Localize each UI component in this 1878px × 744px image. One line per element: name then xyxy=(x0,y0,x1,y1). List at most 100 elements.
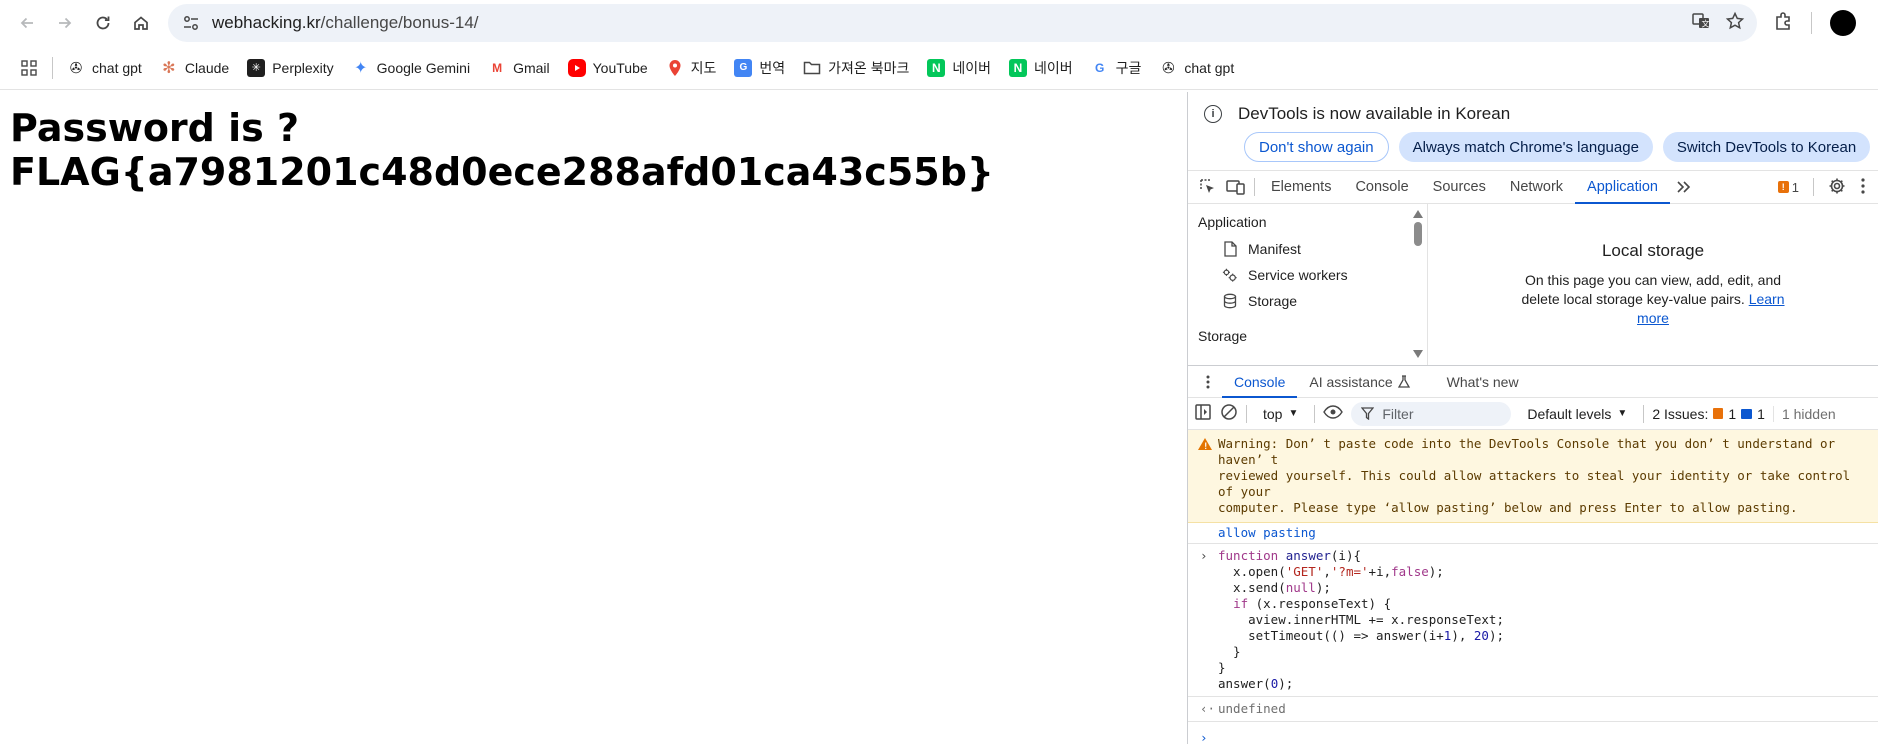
profile-avatar[interactable] xyxy=(1830,10,1856,36)
show-sidebar-icon[interactable] xyxy=(1194,403,1212,424)
bookmark-label: Gmail xyxy=(513,59,550,76)
bookmark-label: 지도 xyxy=(690,59,717,76)
drawer-menu-kebab-icon[interactable] xyxy=(1194,368,1222,396)
browser-window: webhacking.kr/challenge/bonus-14/ 文 ✇ cha… xyxy=(0,0,1878,744)
switch-to-korean-button[interactable]: Switch DevTools to Korean xyxy=(1662,132,1871,162)
sidebar-item-storage[interactable]: Storage xyxy=(1188,288,1427,314)
dont-show-again-button[interactable]: Don't show again xyxy=(1244,132,1389,162)
console-tb-divider xyxy=(1246,404,1247,423)
bookmark-item[interactable]: ✇ chat gpt xyxy=(1151,55,1242,81)
translate-page-icon[interactable]: 文 xyxy=(1691,11,1711,36)
levels-label: Default levels xyxy=(1527,405,1612,422)
inspect-element-icon[interactable] xyxy=(1194,173,1222,201)
sidebar-item-label: Service workers xyxy=(1248,267,1348,283)
bookmark-item[interactable]: 가져온 북마크 xyxy=(795,54,917,82)
drawer-tab-ai-assistance[interactable]: AI assistance xyxy=(1297,366,1422,398)
reload-icon xyxy=(96,16,110,30)
home-button[interactable] xyxy=(122,4,160,42)
dropdown-triangle-icon: ▼ xyxy=(1288,408,1299,419)
naver-icon: N xyxy=(927,58,946,77)
arrow-left-icon xyxy=(20,17,33,29)
tab-application[interactable]: Application xyxy=(1575,170,1670,204)
bookmark-list: ✇ chat gpt ✻ Claude ✳ Perplexity ✦ Google Gemin… xyxy=(59,54,1242,82)
apps-button[interactable] xyxy=(12,55,46,81)
devtools-tabs: Elements Console Sources Network Application xyxy=(1259,170,1670,204)
bookmark-label: chat gpt xyxy=(92,59,142,76)
issues-label: 2 Issues: xyxy=(1652,405,1709,422)
paste-warning-message: Warning: Don’ t paste code into the DevT… xyxy=(1188,430,1878,523)
bookmark-label: 네이버 xyxy=(1033,59,1073,76)
filter-placeholder: Filter xyxy=(1382,405,1414,422)
local-storage-view: Local storage On this page you can view,… xyxy=(1428,204,1878,365)
tab-network[interactable]: Network xyxy=(1498,170,1575,204)
youtube-icon xyxy=(567,58,586,77)
tab-sources[interactable]: Sources xyxy=(1421,170,1498,204)
gemini-icon: ✦ xyxy=(353,59,368,77)
scroll-down-arrow-icon[interactable] xyxy=(1413,350,1423,358)
sidebar-heading-application: Application xyxy=(1198,214,1267,230)
scroll-thumb[interactable] xyxy=(1414,222,1422,246)
url-text[interactable]: webhacking.kr/challenge/bonus-14/ xyxy=(212,13,1691,33)
more-tabs-chevron-icon[interactable] xyxy=(1670,173,1698,201)
bookmark-item[interactable]: ✦ Google Gemini xyxy=(344,55,478,81)
more-options-kebab-icon[interactable] xyxy=(1860,177,1866,198)
return-arrow-icon: ‹· xyxy=(1200,701,1216,716)
live-expression-eye-icon[interactable] xyxy=(1323,405,1344,422)
clear-console-icon[interactable] xyxy=(1220,403,1238,424)
tab-console[interactable]: Console xyxy=(1343,170,1420,204)
context-selector[interactable]: top ▼ xyxy=(1255,406,1306,422)
device-toolbar-icon[interactable] xyxy=(1222,173,1250,201)
issues-indicator[interactable]: ! 1 xyxy=(1777,180,1799,195)
bookmark-item[interactable]: G 구글 xyxy=(1083,54,1150,82)
console-output: Warning: Don’ t paste code into the DevT… xyxy=(1188,430,1878,744)
sidebar-item-service-workers[interactable]: Service workers xyxy=(1188,262,1427,288)
reload-button[interactable] xyxy=(84,4,122,42)
warning-text: Warning: Don’ t paste code into the DevT… xyxy=(1218,436,1851,515)
bookmark-item[interactable]: N 네이버 xyxy=(1001,54,1081,82)
console-prompt-input[interactable]: › xyxy=(1188,722,1878,744)
console-toolbar: top ▼ Filter Default levels ▼ 2 Issues: … xyxy=(1188,398,1878,430)
bookmark-item[interactable]: G 번역 xyxy=(726,54,793,82)
bookmarks-divider xyxy=(52,56,53,79)
drawer-tab-whats-new[interactable]: What's new xyxy=(1435,366,1531,398)
bookmark-item[interactable]: ✳ Perplexity xyxy=(239,55,341,81)
settings-gear-icon[interactable] xyxy=(1828,177,1846,198)
address-bar[interactable]: webhacking.kr/challenge/bonus-14/ 文 xyxy=(168,4,1757,42)
dropdown-triangle-icon: ▼ xyxy=(1617,408,1628,419)
always-match-language-button[interactable]: Always match Chrome's language xyxy=(1398,132,1653,162)
site-info-icon[interactable] xyxy=(180,12,202,34)
sidebar-item-manifest[interactable]: Manifest xyxy=(1188,236,1427,262)
file-icon xyxy=(1222,241,1238,257)
issues-counter[interactable]: 2 Issues: 1 1 xyxy=(1652,406,1765,422)
bookmark-star-icon[interactable] xyxy=(1725,11,1745,36)
context-label: top xyxy=(1263,405,1283,422)
log-levels-dropdown[interactable]: Default levels ▼ xyxy=(1519,406,1635,422)
hidden-messages-count: 1 hidden xyxy=(1772,405,1836,422)
tab-elements[interactable]: Elements xyxy=(1259,170,1343,204)
perplexity-icon: ✳ xyxy=(247,58,266,77)
database-icon xyxy=(1222,293,1238,309)
bookmark-item[interactable]: N 네이버 xyxy=(919,54,999,82)
info-icon: i xyxy=(1204,105,1222,123)
expand-chevron-icon[interactable]: › xyxy=(1200,548,1208,564)
console-filter-input[interactable]: Filter xyxy=(1351,401,1512,426)
sidebar-item-label: Manifest xyxy=(1248,241,1301,257)
application-sidebar: Application Manifest Service workers Sto… xyxy=(1188,204,1428,365)
bookmark-label: Claude xyxy=(184,59,230,76)
local-storage-desc-text: On this page you can view, add, edit, an… xyxy=(1521,272,1782,307)
sidebar-scrollbar[interactable] xyxy=(1413,208,1423,358)
bookmark-item[interactable]: YouTube xyxy=(560,55,656,81)
extensions-icon[interactable] xyxy=(1773,11,1793,36)
forward-button[interactable] xyxy=(46,4,84,42)
back-button[interactable] xyxy=(8,4,46,42)
issue-info-icon xyxy=(1741,408,1753,419)
drawer-tab-console[interactable]: Console xyxy=(1222,366,1298,398)
bookmark-item[interactable]: ✻ Claude xyxy=(152,55,237,81)
console-tb-divider xyxy=(1643,404,1645,423)
home-icon xyxy=(134,16,148,30)
bookmark-item[interactable]: M Gmail xyxy=(480,55,558,81)
scroll-up-arrow-icon[interactable] xyxy=(1413,210,1423,218)
tab-divider xyxy=(1254,178,1255,196)
bookmark-item[interactable]: 지도 xyxy=(658,54,725,82)
bookmark-item[interactable]: ✇ chat gpt xyxy=(59,55,150,81)
